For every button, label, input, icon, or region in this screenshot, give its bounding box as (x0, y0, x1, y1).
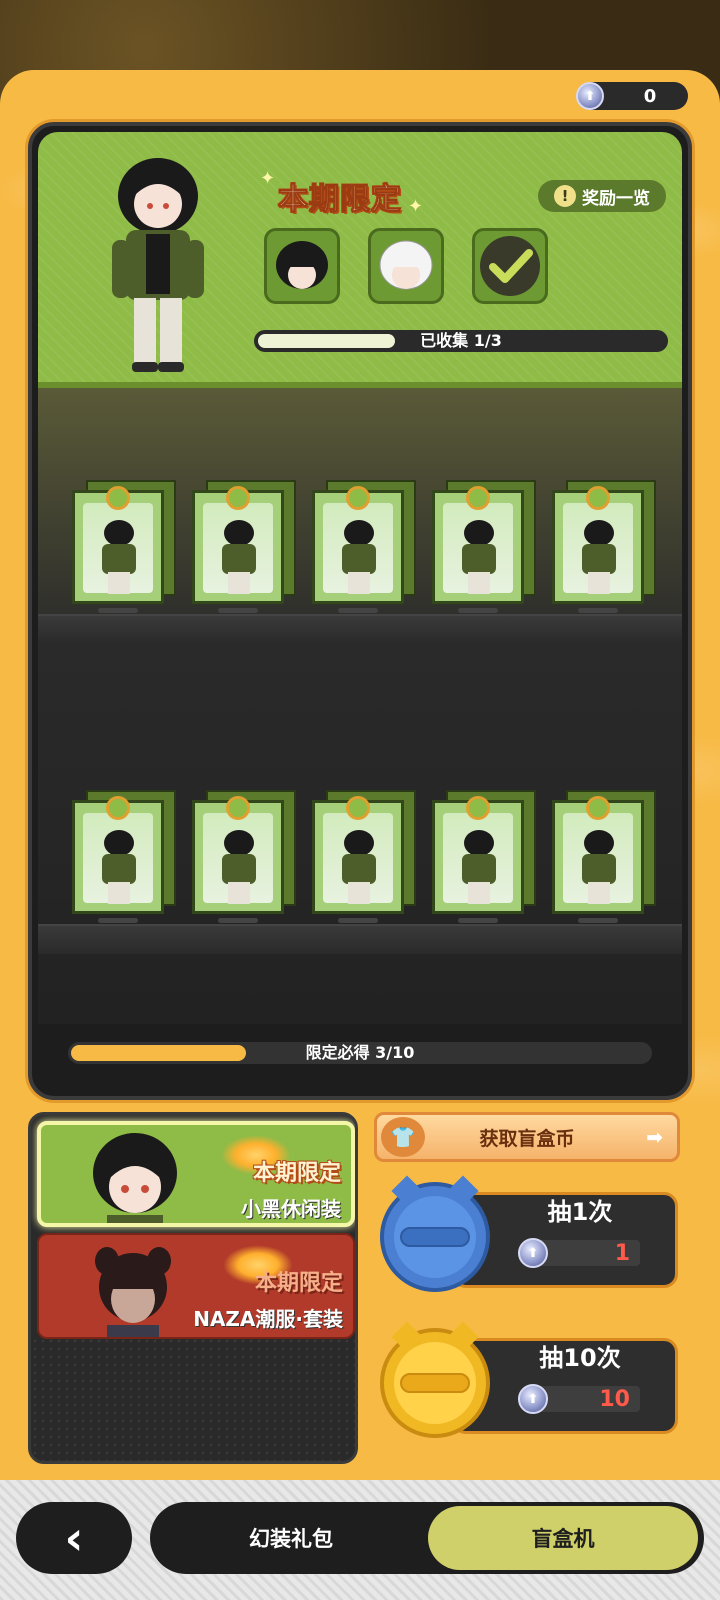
blind-box-coin-icon: ⬆ (576, 82, 604, 110)
character-figure (100, 830, 138, 906)
character-figure (220, 520, 258, 596)
blind-box-coin-icon: ⬆ (518, 1238, 548, 1268)
character-figure (580, 520, 618, 596)
blind-box (72, 790, 176, 923)
blind-box (552, 480, 656, 613)
paw-emblem-icon (466, 486, 490, 510)
paw-emblem-icon (586, 796, 610, 820)
blind-box-machine: ✦ 本期限定 ✦ ! 奖励一览 已收集 1/3 限定必得 3/10 (28, 122, 692, 1100)
blind-box (432, 790, 536, 923)
sparkle-icon: ✦ (408, 196, 424, 217)
tab-gift-pack[interactable]: 幻装礼包 (156, 1506, 426, 1570)
pool-card-naza[interactable]: 本期限定 NAZA潮服·套装 (37, 1233, 355, 1339)
pool-tag: 本期限定 (252, 1161, 341, 1186)
character-portrait (93, 1133, 177, 1223)
checkmark-icon (480, 236, 540, 296)
limited-banner: ✦ 本期限定 ✦ ! 奖励一览 已收集 1/3 (38, 132, 682, 388)
paw-emblem-icon (586, 486, 610, 510)
guarantee-label: 限定必得 3/10 (305, 1043, 415, 1062)
blind-box (192, 480, 296, 613)
paw-emblem-icon (346, 486, 370, 510)
character-figure (580, 830, 618, 906)
paw-emblem-icon (466, 796, 490, 820)
rewards-list-label: 奖励一览 (582, 188, 650, 209)
bottom-nav: ‹ 幻装礼包 盲盒机 (0, 1480, 720, 1600)
pool-card-casual[interactable]: 本期限定 小黑休闲装 (37, 1121, 355, 1227)
blind-box-coin-icon: ⬆ (518, 1384, 548, 1414)
gold-knob-icon (380, 1328, 490, 1438)
pool-list: 本期限定 小黑休闲装 本期限定 NAZA潮服·套装 (28, 1112, 358, 1464)
character-figure (340, 830, 378, 906)
bottom-tabs: 幻装礼包 盲盒机 (150, 1502, 704, 1574)
blind-box (432, 480, 536, 613)
character-portrait (95, 1247, 171, 1337)
character-illustration (112, 158, 204, 372)
draw-once-cost-value: 1 (614, 1240, 630, 1266)
black-hair-icon (276, 241, 328, 289)
pool-tag: 本期限定 (254, 1271, 343, 1296)
white-hair-icon (379, 240, 433, 290)
rewards-list-button[interactable]: ! 奖励一览 (538, 180, 666, 212)
currency-amount: 0 (643, 85, 657, 107)
character-figure (100, 520, 138, 596)
blind-box (192, 790, 296, 923)
sparkle-icon: ✦ (260, 168, 276, 189)
character-figure (220, 830, 258, 906)
blind-box (72, 480, 176, 613)
draw-ten-button[interactable]: 抽10次 ⬆ 10 (380, 1326, 680, 1452)
paw-emblem-icon (226, 486, 250, 510)
guarantee-track: 限定必得 3/10 (68, 1042, 652, 1064)
guarantee-progress: 限定必得 3/10 (38, 1024, 682, 1090)
collection-progress-bar: 已收集 1/3 (254, 330, 668, 352)
blind-box (312, 480, 416, 613)
draw-once-cost: ⬆ 1 (518, 1238, 640, 1268)
collection-progress-text: 已收集 1/3 (420, 331, 502, 350)
chevron-left-icon: ‹ (64, 1511, 84, 1565)
shelf-row-2 (38, 924, 682, 954)
tab-blind-box[interactable]: 盲盒机 (428, 1506, 698, 1570)
get-blind-box-coins-button[interactable]: 👕 获取盲盒币 ➡ (374, 1112, 680, 1162)
reward-item-black-hair[interactable] (264, 228, 340, 304)
currency-display: ⬆ 0 (576, 82, 688, 110)
paw-emblem-icon (106, 486, 130, 510)
banner-title: 本期限定 (278, 182, 402, 218)
shirt-icon: 👕 (381, 1117, 425, 1157)
pool-name: 小黑休闲装 (241, 1197, 341, 1221)
paw-emblem-icon (226, 796, 250, 820)
pool-name: NAZA潮服·套装 (193, 1307, 343, 1331)
draw-ten-cost-value: 10 (599, 1386, 630, 1412)
reward-item-jacket-collected[interactable] (472, 228, 548, 304)
draw-once-button[interactable]: 抽1次 ⬆ 1 (380, 1180, 680, 1306)
draw-ten-label: 抽10次 (539, 1344, 621, 1372)
reward-item-white-hair[interactable] (368, 228, 444, 304)
info-icon: ! (554, 185, 576, 207)
blind-box (552, 790, 656, 923)
blind-box (312, 790, 416, 923)
get-coins-label: 获取盲盒币 (479, 1127, 575, 1150)
draw-ten-cost: ⬆ 10 (518, 1384, 640, 1414)
arrow-right-icon: ➡ (646, 1125, 663, 1149)
paw-emblem-icon (346, 796, 370, 820)
back-button[interactable]: ‹ (16, 1502, 132, 1574)
character-figure (460, 830, 498, 906)
paw-emblem-icon (106, 796, 130, 820)
shelf-row-1 (38, 614, 682, 644)
draw-once-label: 抽1次 (547, 1198, 613, 1226)
character-figure (460, 520, 498, 596)
shelf-area (38, 388, 682, 1024)
blue-knob-icon (380, 1182, 490, 1292)
character-figure (340, 520, 378, 596)
